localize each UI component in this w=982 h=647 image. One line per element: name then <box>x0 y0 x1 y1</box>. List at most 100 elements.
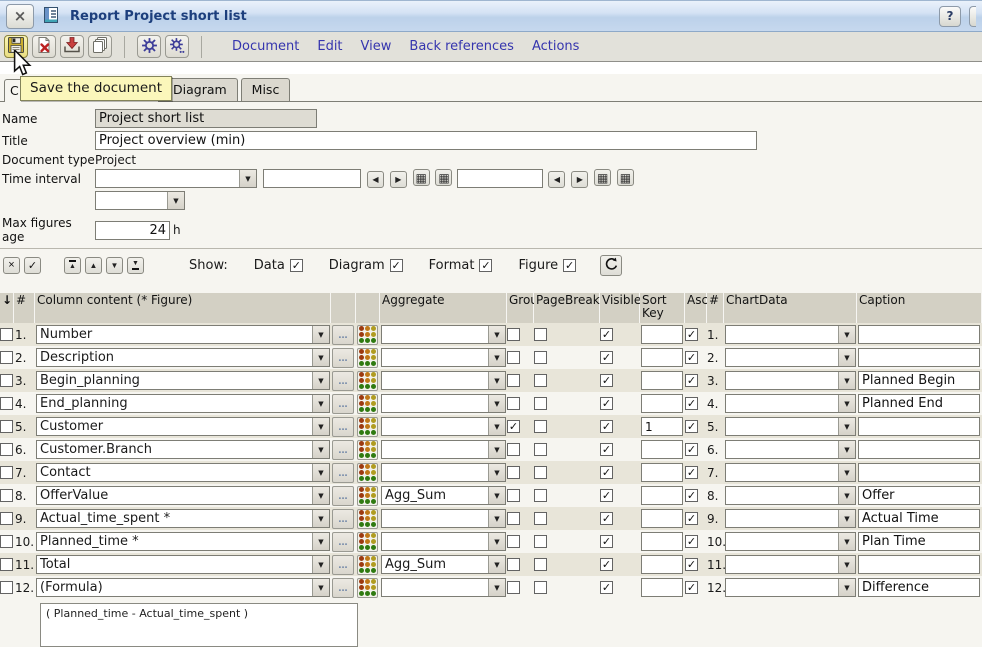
pagebreak-checkbox[interactable] <box>534 397 547 410</box>
figure-grid-icon-button[interactable] <box>357 485 378 506</box>
caption-field[interactable] <box>858 463 980 482</box>
aggregate-select[interactable]: Agg_Sum ▼ <box>381 555 506 574</box>
formula-textarea[interactable]: ( Planned_time - Actual_time_spent ) <box>40 603 358 647</box>
tab-diagram[interactable]: Diagram <box>162 78 238 101</box>
visible-checkbox[interactable]: ✓ <box>600 374 613 387</box>
sort-key-field[interactable] <box>641 532 683 551</box>
pagebreak-checkbox[interactable] <box>534 351 547 364</box>
aggregate-select[interactable]: ▼ <box>381 509 506 528</box>
group-checkbox[interactable] <box>507 466 520 479</box>
menu-back-references[interactable]: Back references <box>409 39 514 54</box>
time-interval-select[interactable]: ▼ <box>95 169 257 188</box>
visible-checkbox[interactable]: ✓ <box>600 328 613 341</box>
caption-field[interactable] <box>858 325 980 344</box>
sort-key-field[interactable] <box>641 394 683 413</box>
asc-checkbox[interactable]: ✓ <box>685 466 698 479</box>
column-content-select[interactable]: Description ▼ <box>36 348 330 367</box>
column-content-select[interactable]: Number ▼ <box>36 325 330 344</box>
sort-key-field[interactable] <box>641 555 683 574</box>
asc-checkbox[interactable]: ✓ <box>685 489 698 502</box>
aggregate-select[interactable]: ▼ <box>381 532 506 551</box>
row-select-checkbox[interactable] <box>0 397 13 410</box>
menu-view[interactable]: View <box>361 39 392 54</box>
visible-checkbox[interactable]: ✓ <box>600 420 613 433</box>
caption-field[interactable] <box>858 371 980 390</box>
pagebreak-checkbox[interactable] <box>534 581 547 594</box>
aggregate-select[interactable]: ▼ <box>381 325 506 344</box>
group-checkbox[interactable] <box>507 535 520 548</box>
column-content-select[interactable]: OfferValue ▼ <box>36 486 330 505</box>
sort-key-field[interactable] <box>641 325 683 344</box>
chartdata-select[interactable]: ▼ <box>725 555 856 574</box>
calendar-button[interactable]: ▦ <box>435 169 453 187</box>
figure-grid-icon-button[interactable] <box>357 554 378 575</box>
figure-grid-icon-button[interactable] <box>357 347 378 368</box>
asc-checkbox[interactable]: ✓ <box>685 443 698 456</box>
row-select-checkbox[interactable] <box>0 328 13 341</box>
sort-key-field[interactable] <box>641 486 683 505</box>
move-down-button[interactable]: ▼ <box>106 256 123 274</box>
chartdata-select[interactable]: ▼ <box>725 440 856 459</box>
visible-checkbox[interactable]: ✓ <box>600 443 613 456</box>
ellipsis-button[interactable]: ... <box>332 554 354 575</box>
aggregate-select[interactable]: ▼ <box>381 348 506 367</box>
starburst-button[interactable] <box>137 35 161 58</box>
starburst-dots-button[interactable] <box>165 35 189 58</box>
ellipsis-button[interactable]: ... <box>332 531 354 552</box>
ellipsis-button[interactable]: ... <box>332 462 354 483</box>
chartdata-select[interactable]: ▼ <box>725 578 856 597</box>
date-next-button[interactable]: ▶ <box>571 170 589 188</box>
group-checkbox[interactable] <box>507 512 520 525</box>
caption-field[interactable] <box>858 348 980 367</box>
column-content-select[interactable]: Customer ▼ <box>36 417 330 436</box>
visible-checkbox[interactable]: ✓ <box>600 489 613 502</box>
row-select-checkbox[interactable] <box>0 512 13 525</box>
menu-actions[interactable]: Actions <box>532 39 580 54</box>
select-all-button[interactable]: ✓ <box>24 256 41 274</box>
figure-grid-icon-button[interactable] <box>357 393 378 414</box>
asc-checkbox[interactable]: ✓ <box>685 397 698 410</box>
calendar-button[interactable]: ▦ <box>616 169 634 187</box>
delete-document-button[interactable] <box>32 35 56 58</box>
caption-field[interactable] <box>858 394 980 413</box>
column-content-select[interactable]: Planned_time * ▼ <box>36 532 330 551</box>
tab-misc[interactable]: Misc <box>240 78 291 101</box>
aggregate-select[interactable]: ▼ <box>381 394 506 413</box>
sort-key-field[interactable] <box>641 509 683 528</box>
group-checkbox[interactable] <box>507 374 520 387</box>
show-diagram-checkbox[interactable]: ✓ <box>389 258 403 272</box>
date-prev-button[interactable]: ◀ <box>367 170 384 188</box>
calendar-button[interactable]: ▦ <box>412 169 430 187</box>
sort-key-field[interactable] <box>641 348 683 367</box>
group-checkbox[interactable] <box>507 351 520 364</box>
show-format-checkbox[interactable]: ✓ <box>479 258 493 272</box>
caption-field[interactable] <box>858 440 980 459</box>
name-field[interactable] <box>95 109 317 128</box>
column-content-select[interactable]: Customer.Branch ▼ <box>36 440 330 459</box>
group-checkbox[interactable] <box>507 581 520 594</box>
time-unit-select[interactable]: ▼ <box>95 191 185 210</box>
pagebreak-checkbox[interactable] <box>534 558 547 571</box>
row-select-checkbox[interactable] <box>0 374 13 387</box>
visible-checkbox[interactable]: ✓ <box>600 512 613 525</box>
refresh-button[interactable] <box>600 254 623 276</box>
pagebreak-checkbox[interactable] <box>534 512 547 525</box>
ellipsis-button[interactable]: ... <box>332 370 354 391</box>
copy-button[interactable] <box>88 35 112 58</box>
aggregate-select[interactable]: ▼ <box>381 578 506 597</box>
help-button[interactable]: ? <box>939 5 961 27</box>
caption-field[interactable] <box>858 509 980 528</box>
date-next-button[interactable]: ▶ <box>389 170 407 188</box>
visible-checkbox[interactable]: ✓ <box>600 351 613 364</box>
time-from-field[interactable] <box>263 169 361 188</box>
pagebreak-checkbox[interactable] <box>534 374 547 387</box>
aggregate-select[interactable]: ▼ <box>381 371 506 390</box>
pagebreak-checkbox[interactable] <box>534 466 547 479</box>
sort-key-field[interactable] <box>641 417 683 436</box>
row-select-checkbox[interactable] <box>0 558 13 571</box>
pagebreak-checkbox[interactable] <box>534 420 547 433</box>
visible-checkbox[interactable]: ✓ <box>600 535 613 548</box>
caption-field[interactable] <box>858 555 980 574</box>
menu-edit[interactable]: Edit <box>317 39 342 54</box>
figure-grid-icon-button[interactable] <box>357 370 378 391</box>
